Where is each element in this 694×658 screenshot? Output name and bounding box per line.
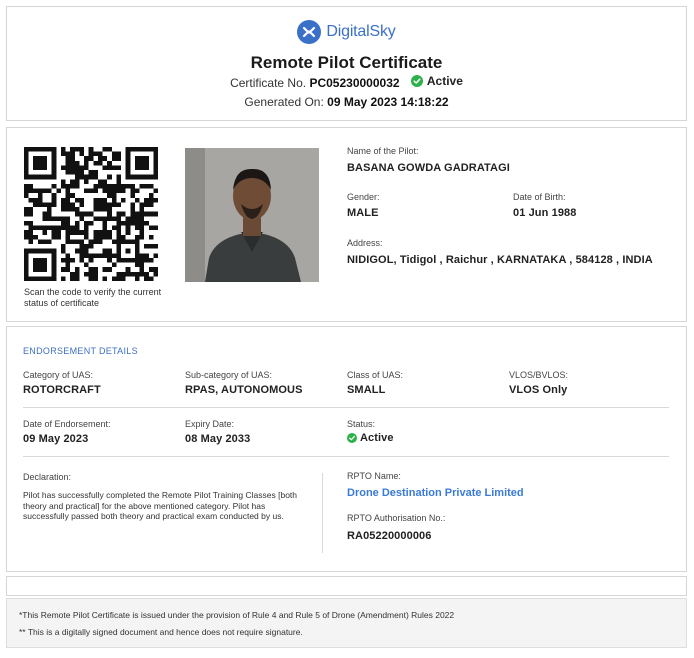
endorsement-date-label: Date of Endorsement: — [23, 419, 111, 429]
certificate-header: DigitalSky Remote Pilot Certificate Cert… — [6, 6, 687, 121]
spacer-panel — [6, 576, 687, 596]
class-label: Class of UAS: — [347, 370, 404, 380]
rpto-auth-label: RPTO Authorisation No.: — [347, 513, 446, 523]
declaration-text: Pilot has successfully completed the Rem… — [23, 490, 298, 521]
check-circle-icon — [410, 75, 423, 87]
section-title: ENDORSEMENT DETAILS — [23, 346, 138, 356]
rpto-name-value: Drone Destination Private Limited — [347, 487, 524, 499]
class-value: SMALL — [347, 384, 386, 396]
check-circle-icon — [347, 433, 357, 443]
digitalsky-logo-icon — [297, 20, 322, 44]
divider — [23, 456, 669, 457]
status-value: Active — [347, 432, 394, 444]
pilot-name: BASANA GOWDA GADRATAGI — [347, 162, 510, 174]
subcategory-value: RPAS, AUTONOMOUS — [185, 384, 303, 396]
gender-label: Gender: — [347, 192, 380, 202]
divider — [23, 407, 669, 408]
subcategory-label: Sub-category of UAS: — [185, 370, 273, 380]
qr-code[interactable] — [24, 147, 158, 281]
endorsement-date-value: 09 May 2023 — [23, 433, 89, 445]
rpto-name-label: RPTO Name: — [347, 471, 401, 481]
status-value-label: Active — [360, 432, 394, 444]
gender-value: MALE — [347, 207, 379, 219]
cert-no-label: Certificate No. — [230, 76, 307, 90]
pilot-details: Scan the code to verify the current stat… — [6, 127, 687, 322]
brand: DigitalSky — [7, 20, 686, 49]
category-value: ROTORCRAFT — [23, 384, 101, 396]
status-badge: Active — [410, 74, 463, 88]
page-title: Remote Pilot Certificate — [250, 53, 443, 72]
footer-notes: *This Remote Pilot Certificate is issued… — [6, 598, 687, 648]
category-label: Category of UAS: — [23, 370, 94, 380]
address-value: NIDIGOL, Tidigol , Raichur , KARNATAKA ,… — [347, 254, 653, 266]
rpto-auth-value: RA05220000006 — [347, 530, 432, 542]
status-label: Status: — [347, 419, 376, 429]
status-badge-label: Active — [426, 74, 463, 88]
footer-note-1: *This Remote Pilot Certificate is issued… — [19, 610, 455, 620]
qr-caption: Scan the code to verify the current stat… — [24, 287, 162, 308]
generated-on-line: Generated On: 09 May 2023 14:18:22 — [7, 95, 686, 109]
brand-name: DigitalSky — [326, 23, 396, 40]
pilot-name-label: Name of the Pilot: — [347, 146, 419, 156]
expiry-value: 08 May 2033 — [185, 433, 251, 445]
footer-note-2: ** This is a digitally signed document a… — [19, 627, 303, 637]
generated-on-value: 09 May 2023 14:18:22 — [327, 95, 449, 109]
declaration-label: Declaration: — [23, 472, 72, 482]
expiry-label: Expiry Date: — [185, 419, 235, 429]
vlos-label: VLOS/BVLOS: — [509, 370, 569, 380]
dob-value: 01 Jun 1988 — [513, 207, 577, 219]
vlos-value: VLOS Only — [509, 384, 568, 396]
address-label: Address: — [347, 238, 383, 248]
endorsement-details: ENDORSEMENT DETAILS Category of UAS: ROT… — [6, 326, 687, 572]
dob-label: Date of Birth: — [513, 192, 566, 202]
cert-no-value: PC05230000032 — [309, 76, 400, 90]
generated-on-label: Generated On: — [244, 95, 324, 109]
pilot-photo — [185, 148, 319, 282]
vertical-divider — [322, 473, 323, 553]
certificate-number-line: Certificate No. PC05230000032 Active — [7, 74, 686, 90]
